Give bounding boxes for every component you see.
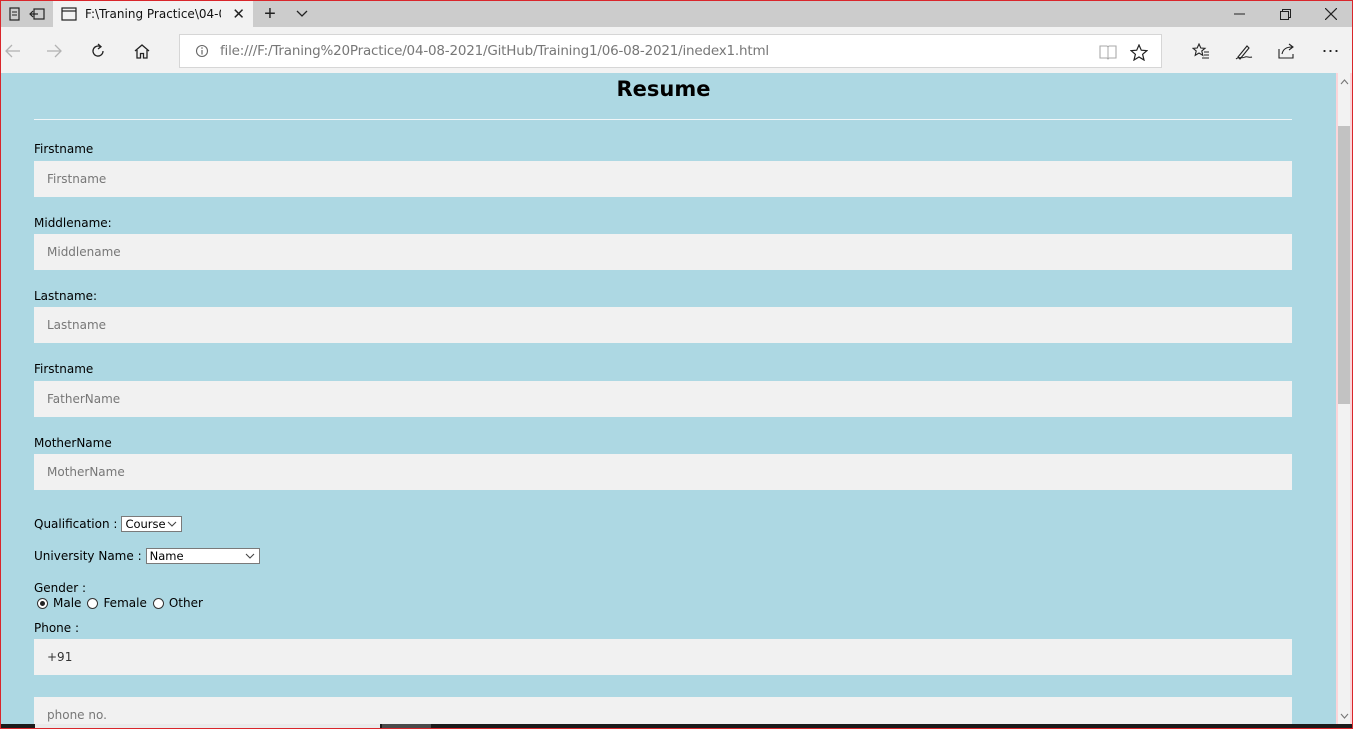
info-icon[interactable] [192, 41, 212, 61]
title-divider [34, 119, 1292, 120]
university-selected-value: Name [149, 549, 184, 563]
close-tab-icon[interactable]: ✕ [232, 5, 245, 23]
page-icon [61, 7, 77, 21]
fathername-label: Firstname [34, 362, 94, 376]
gender-radio-male[interactable] [37, 597, 48, 609]
home-icon[interactable] [128, 37, 156, 65]
university-label: University Name : [34, 549, 142, 563]
share-icon[interactable] [1273, 37, 1301, 65]
gender-label: Gender : [34, 581, 87, 595]
phone-number-input[interactable]: phone no. [34, 697, 1292, 724]
browser-window: F:\Traning Practice\04-0 ✕ + file:///F:/… [0, 0, 1353, 729]
close-window-icon[interactable] [1308, 1, 1352, 27]
firstname-input[interactable]: Firstname [34, 161, 1292, 197]
favorite-star-icon[interactable] [1127, 42, 1151, 62]
url-text[interactable]: file:///F:/Traning%20Practice/04-08-2021… [220, 43, 769, 59]
mothername-input[interactable]: MotherName [34, 454, 1292, 490]
tab-strip: F:\Traning Practice\04-0 ✕ + [1, 1, 1352, 27]
address-bar[interactable]: file:///F:/Traning%20Practice/04-08-2021… [179, 34, 1162, 68]
middlename-input[interactable]: Middlename [34, 234, 1292, 270]
scroll-down-icon[interactable] [1338, 709, 1350, 723]
phone-label: Phone : [34, 621, 80, 635]
university-row: University Name : Name [34, 548, 260, 564]
chevron-down-icon [168, 521, 177, 527]
refresh-icon[interactable] [84, 37, 112, 65]
qualification-row: Qualification : Course [34, 516, 183, 532]
active-tab[interactable]: F:\Traning Practice\04-0 ✕ [53, 1, 253, 27]
scroll-up-icon[interactable] [1338, 75, 1350, 89]
gender-radio-group: Male Female Other [37, 596, 209, 610]
fathername-input[interactable]: FatherName [34, 381, 1292, 417]
favorites-hub-icon[interactable] [1187, 37, 1215, 65]
gender-option-female: Female [103, 596, 147, 610]
gender-radio-other[interactable] [152, 597, 164, 609]
vertical-scrollbar[interactable] [1336, 73, 1352, 724]
phone-code-input[interactable]: +91 [34, 639, 1292, 675]
tab-list-chevron-icon[interactable] [288, 1, 316, 27]
lastname-input[interactable]: Lastname [34, 307, 1292, 343]
set-tabs-aside-icon[interactable] [23, 1, 51, 27]
university-select[interactable]: Name [145, 548, 260, 564]
web-note-pen-icon[interactable] [1230, 37, 1258, 65]
qualification-selected-value: Course [125, 517, 166, 531]
more-menu-icon[interactable]: ⋯ [1317, 37, 1345, 65]
gender-option-male: Male [53, 596, 82, 610]
taskbar-segment [382, 724, 431, 728]
tab-title: F:\Traning Practice\04-0 [85, 7, 221, 21]
minimize-icon[interactable] [1216, 1, 1262, 27]
page-content: Resume Firstname Firstname Middlename: M… [1, 73, 1336, 724]
restore-icon[interactable] [1262, 1, 1308, 27]
new-tab-icon[interactable]: + [256, 1, 284, 27]
scroll-thumb[interactable] [1338, 126, 1350, 404]
forward-icon[interactable] [40, 37, 68, 65]
qualification-select[interactable]: Course [121, 516, 183, 532]
qualification-label: Qualification : [34, 517, 118, 531]
browser-toolbar: file:///F:/Traning%20Practice/04-08-2021… [1, 27, 1352, 73]
mothername-label: MotherName [34, 436, 112, 450]
taskbar-strip [1, 724, 1352, 728]
back-icon[interactable] [1, 37, 27, 65]
taskbar-highlight [35, 724, 380, 728]
page-title: Resume [616, 77, 711, 101]
gender-option-other: Other [168, 596, 203, 610]
firstname-label: Firstname [34, 142, 94, 156]
gender-radio-female[interactable] [87, 597, 99, 609]
reading-view-icon[interactable] [1096, 42, 1120, 62]
middlename-label: Middlename: [34, 216, 112, 230]
lastname-label: Lastname: [34, 289, 98, 303]
chevron-down-icon [245, 553, 254, 559]
